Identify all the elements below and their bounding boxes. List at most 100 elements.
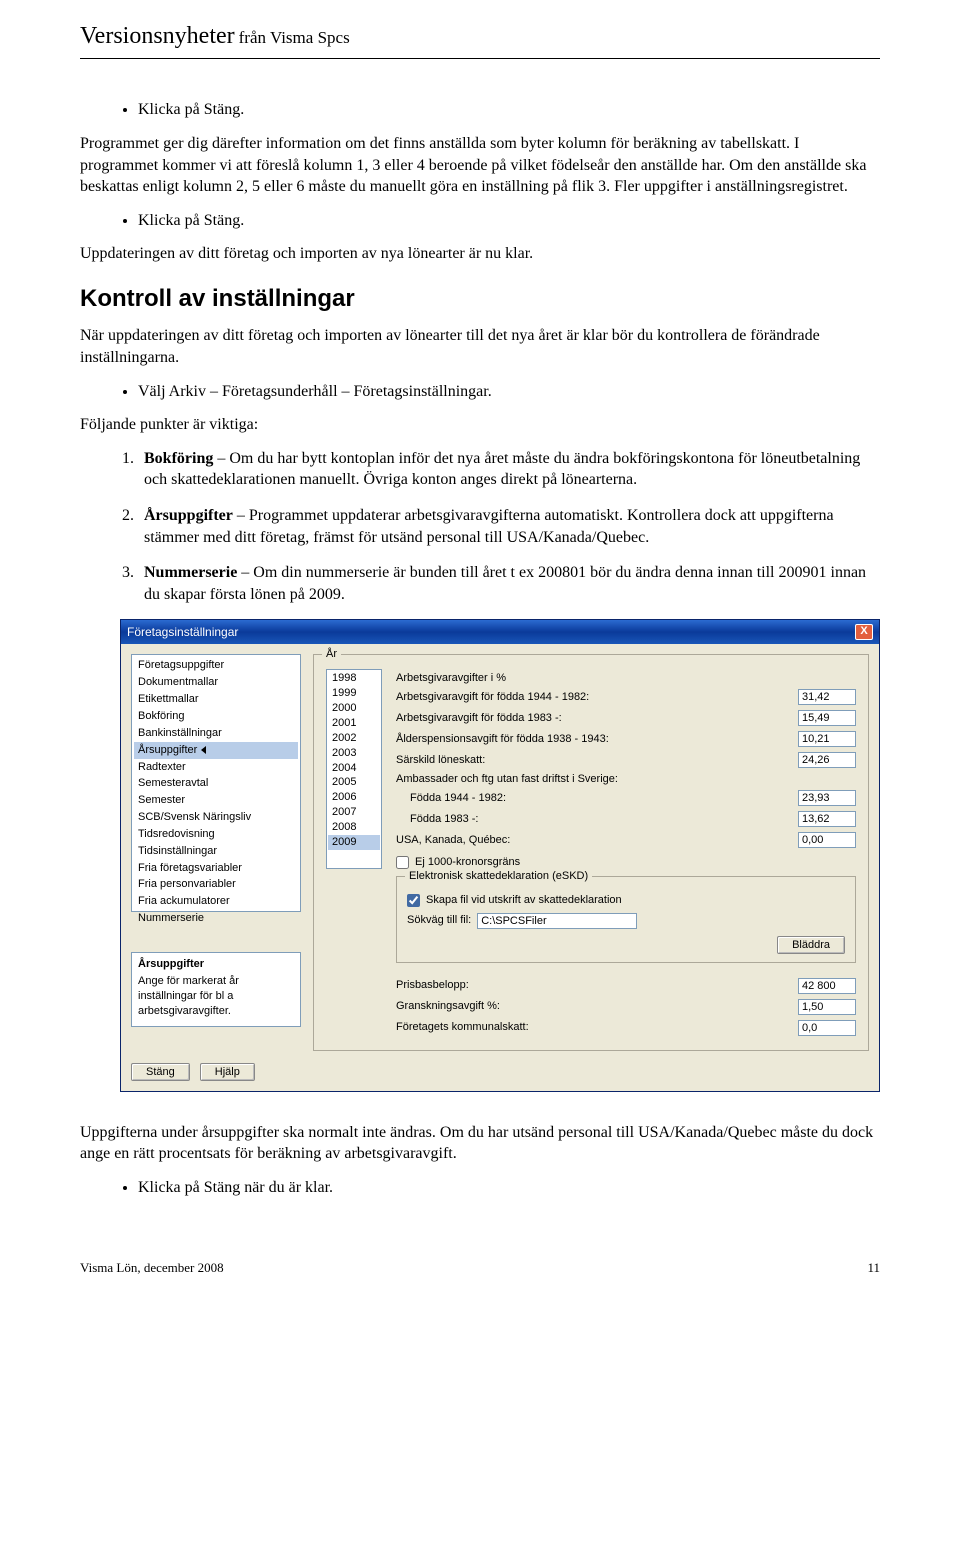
form-subheading: Arbetsgivaravgifter i %: [396, 671, 856, 686]
value-field[interactable]: [798, 689, 856, 705]
group-legend: Elektronisk skattedeklaration (eSKD): [405, 869, 592, 884]
footer-left: Visma Lön, december 2008: [80, 1259, 224, 1277]
bullet-item: Välj Arkiv – Företagsunderhåll – Företag…: [138, 381, 880, 403]
list-item-text: – Programmet uppdaterar arbetsgivaravgif…: [144, 507, 834, 546]
year-item[interactable]: 2000: [328, 701, 380, 716]
list-item[interactable]: Fria personvariabler: [134, 876, 298, 893]
list-item[interactable]: Fria ackumulatorer: [134, 893, 298, 910]
year-listbox[interactable]: 1998199920002001200220032004200520062007…: [326, 669, 382, 869]
bullet-list: Klicka på Stäng.: [138, 99, 880, 121]
value-field[interactable]: [798, 710, 856, 726]
list-item[interactable]: Semesteravtal: [134, 775, 298, 792]
list-item[interactable]: Nummerserie: [134, 910, 298, 927]
field-label: Arbetsgivaravgift för födda 1944 - 1982:: [396, 690, 798, 705]
list-item: Årsuppgifter – Programmet uppdaterar arb…: [138, 505, 880, 548]
usa-field[interactable]: [798, 832, 856, 848]
checkbox-label: Ej 1000-kronorsgräns: [415, 855, 520, 870]
dialog-title: Företagsinställningar: [127, 624, 238, 640]
field-label: Särskild löneskatt:: [396, 753, 798, 768]
list-item-text: – Om du har bytt kontoplan inför det nya…: [144, 450, 860, 489]
list-item[interactable]: Tidsinställningar: [134, 843, 298, 860]
paragraph: Följande punkter är viktiga:: [80, 414, 880, 436]
field-label: Ålderspensionsavgift för födda 1938 - 19…: [396, 732, 798, 747]
value-field[interactable]: [798, 790, 856, 806]
year-item[interactable]: 2001: [328, 716, 380, 731]
list-item: Nummerserie – Om din nummerserie är bund…: [138, 562, 880, 605]
field-label: Sökväg till fil:: [407, 913, 471, 928]
help-title: Årsuppgifter: [138, 957, 294, 972]
list-item[interactable]: Etikettmallar: [134, 691, 298, 708]
field-label: USA, Kanada, Québec:: [396, 833, 798, 848]
numbered-list: Bokföring – Om du har bytt kontoplan inf…: [138, 448, 880, 606]
field-label: Granskningsavgift %:: [396, 999, 798, 1014]
list-item[interactable]: SCB/Svensk Näringsliv: [134, 809, 298, 826]
year-item[interactable]: 2008: [328, 820, 380, 835]
page-footer: Visma Lön, december 2008 11: [80, 1259, 880, 1277]
help-body: Ange för markerat år inställningar för b…: [138, 974, 294, 1019]
header-subtitle: från Visma Spcs: [239, 28, 350, 47]
group-legend: År: [322, 647, 341, 662]
paragraph: Uppgifterna under årsuppgifter ska norma…: [80, 1122, 880, 1165]
close-button[interactable]: X: [855, 624, 873, 640]
year-item[interactable]: 2004: [328, 761, 380, 776]
checkbox-label: Skapa fil vid utskrift av skattedeklarat…: [426, 893, 622, 908]
eskd-group: Elektronisk skattedeklaration (eSKD) Ska…: [396, 876, 856, 963]
browse-button[interactable]: Bläddra: [777, 936, 845, 954]
bullet-list: Välj Arkiv – Företagsunderhåll – Företag…: [138, 381, 880, 403]
value-field[interactable]: [798, 811, 856, 827]
value-field[interactable]: [798, 978, 856, 994]
value-field[interactable]: [798, 731, 856, 747]
field-label: Arbetsgivaravgift för födda 1983 -:: [396, 711, 798, 726]
list-item-strong: Nummerserie: [144, 564, 237, 581]
list-item-text: – Om din nummerserie är bunden till året…: [144, 564, 866, 603]
list-item[interactable]: Radtexter: [134, 759, 298, 776]
year-item[interactable]: 2006: [328, 790, 380, 805]
year-item[interactable]: 2009: [328, 835, 380, 850]
category-listbox[interactable]: FöretagsuppgifterDokumentmallarEtikettma…: [131, 654, 301, 912]
value-field[interactable]: [798, 1020, 856, 1036]
value-field[interactable]: [798, 999, 856, 1015]
list-item: Bokföring – Om du har bytt kontoplan inf…: [138, 448, 880, 491]
year-item[interactable]: 2002: [328, 731, 380, 746]
year-item[interactable]: 2005: [328, 775, 380, 790]
list-item[interactable]: Fria företagsvariabler: [134, 860, 298, 877]
ej-1000-checkbox[interactable]: [396, 856, 409, 869]
list-item[interactable]: Årsuppgifter: [134, 742, 298, 759]
year-item[interactable]: 2007: [328, 805, 380, 820]
path-field[interactable]: [477, 913, 637, 929]
list-item[interactable]: Företagsuppgifter: [134, 657, 298, 674]
paragraph: Uppdateringen av ditt företag och import…: [80, 243, 880, 265]
close-dialog-button[interactable]: Stäng: [131, 1063, 190, 1081]
field-label: Födda 1944 - 1982:: [396, 791, 798, 806]
footer-page-number: 11: [867, 1259, 880, 1277]
skapa-fil-checkbox[interactable]: [407, 894, 420, 907]
year-item[interactable]: 1998: [328, 671, 380, 686]
field-label: Företagets kommunalskatt:: [396, 1020, 798, 1035]
selected-arrow-icon: [201, 746, 206, 754]
year-group: År 1998199920002001200220032004200520062…: [313, 654, 869, 1050]
field-label: Prisbasbelopp:: [396, 978, 798, 993]
page-header: Versionsnyheter från Visma Spcs: [80, 20, 880, 52]
list-item[interactable]: Dokumentmallar: [134, 674, 298, 691]
list-item[interactable]: Tidsredovisning: [134, 826, 298, 843]
bullet-list: Klicka på Stäng när du är klar.: [138, 1177, 880, 1199]
bullet-item: Klicka på Stäng.: [138, 210, 880, 232]
form-subheading: Ambassader och ftg utan fast driftst i S…: [396, 772, 856, 787]
bullet-list: Klicka på Stäng.: [138, 210, 880, 232]
list-item[interactable]: Bankinställningar: [134, 725, 298, 742]
settings-dialog: Företagsinställningar X Företagsuppgifte…: [120, 619, 880, 1092]
dialog-titlebar: Företagsinställningar X: [121, 620, 879, 644]
help-panel: Årsuppgifter Ange för markerat år instäl…: [131, 952, 301, 1027]
paragraph: Programmet ger dig därefter information …: [80, 133, 880, 198]
bullet-item: Klicka på Stäng.: [138, 99, 880, 121]
header-rule: [80, 58, 880, 59]
bullet-item: Klicka på Stäng när du är klar.: [138, 1177, 880, 1199]
header-title: Versionsnyheter: [80, 23, 235, 49]
list-item[interactable]: Semester: [134, 792, 298, 809]
year-item[interactable]: 1999: [328, 686, 380, 701]
help-button[interactable]: Hjälp: [200, 1063, 255, 1081]
section-heading: Kontroll av inställningar: [80, 283, 880, 315]
year-item[interactable]: 2003: [328, 746, 380, 761]
list-item[interactable]: Bokföring: [134, 708, 298, 725]
value-field[interactable]: [798, 752, 856, 768]
